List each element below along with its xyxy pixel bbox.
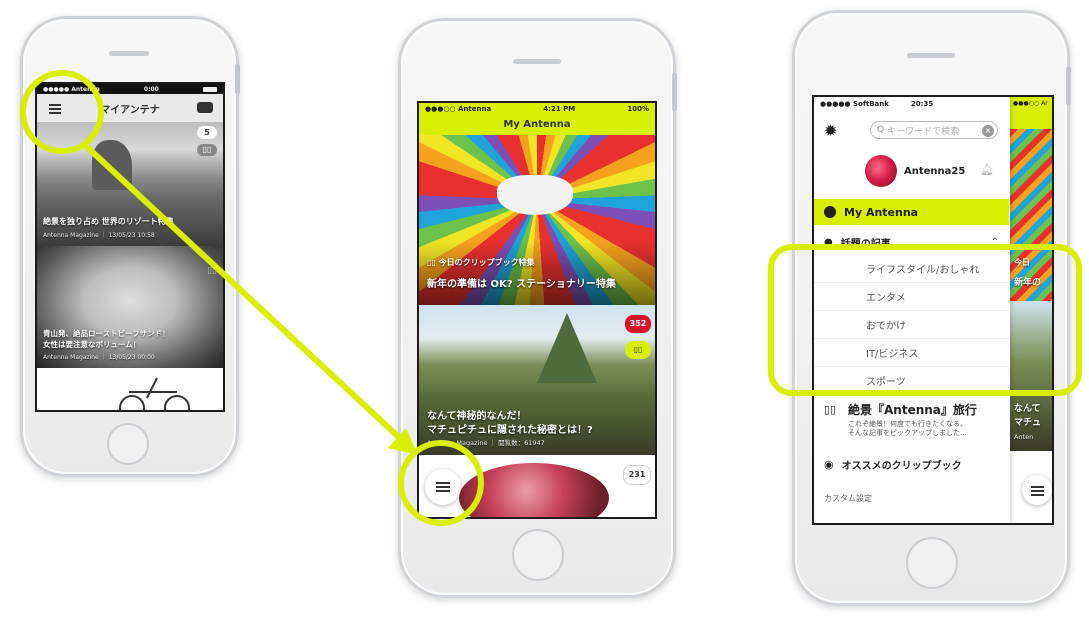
status-bar: ●●●●● SoftBank 20:35 [814, 97, 1010, 111]
side-button [672, 73, 677, 111]
peek-header: ●●●○○ Ar [1010, 97, 1052, 129]
book-icon[interactable]: ▯▯ [625, 341, 651, 359]
heart-center [497, 175, 573, 215]
article-title: 新年の準備は OK? ステーショナリー特集 [427, 279, 616, 290]
peek-caption-line2: マチュ [1014, 418, 1042, 428]
status-time: 4:21 PM [543, 105, 576, 113]
menu-item-recommended[interactable]: ◉ オススメのクリップブック [814, 453, 1009, 475]
search-field[interactable]: Q キーワードで検索 × [870, 121, 998, 139]
menu-icon [1031, 484, 1044, 498]
speaker-grille [109, 51, 149, 56]
article-title-line1: なんて神秘的なんだ！ [427, 411, 527, 422]
highlight-box-submenu [768, 244, 1082, 396]
status-time: 0:00 [143, 85, 159, 93]
side-button [235, 64, 240, 94]
article-title-line2: マチュピチュに隠された秘密とは！? [427, 425, 593, 436]
gear-icon[interactable]: ✹ [824, 121, 837, 140]
clip-count-badge: 5 [197, 126, 217, 139]
search-placeholder: キーワードで検索 [887, 126, 960, 137]
article-meta: Antenna Magazine ｜ 13/05/23 00:00 [43, 354, 155, 361]
article-card-pencils[interactable]: ▯▯ 今日のクリップブック特集 新年の準備は OK? ステーショナリー特集 [419, 135, 655, 305]
clip-count-badge: 231 [623, 465, 651, 485]
peek-status: ●●●○○ Ar [1013, 100, 1048, 107]
menu-item-label: My Antenna [844, 205, 919, 219]
article-card-sandwich[interactable]: ▯▯ 青山発、絶品ローストビーフサンド！ 女性は要注意なボリューム！ Anten… [37, 246, 223, 368]
feature-title: 絶景『Antenna』旅行 [848, 403, 977, 417]
medal-icon: ◉ [824, 457, 834, 471]
status-time: 20:35 [910, 100, 934, 108]
article-card-bicycle[interactable] [37, 368, 223, 410]
page-title: My Antenna [503, 119, 571, 130]
menu-custom-settings[interactable]: カスタム設定 [824, 493, 872, 504]
book-icon: ▯▯ [824, 403, 837, 416]
article-meta: Antenna Magazine ｜ 13/05/23 10:58 [43, 232, 155, 239]
sea-stack-shape [92, 140, 132, 190]
status-battery: 100% [627, 105, 649, 113]
home-button [107, 423, 149, 465]
clip-count-badge: 352 [625, 315, 651, 333]
menu-item-my-antenna[interactable]: My Antenna [814, 199, 1009, 225]
status-carrier: ●●●●● SoftBank [820, 100, 889, 108]
mountain-peak [537, 313, 597, 383]
clipbook-icon: ▯▯ [427, 258, 439, 267]
caption-shade [419, 241, 655, 305]
clipbook-kicker-text: 今日のクリップブック特集 [438, 258, 535, 267]
peek-caption-line1: なんて [1014, 404, 1041, 414]
article-title-line1: 青山発、絶品ローストビーフサンド！ [43, 329, 170, 338]
battery-icon [203, 86, 217, 92]
feature-clipbook[interactable]: ▯▯ 絶景『Antenna』旅行 これぞ絶景！何度でも行きたくなる、 そんな記事… [814, 401, 1010, 447]
bicycle-image [119, 377, 190, 410]
antenna-icon [824, 206, 836, 218]
clear-icon[interactable]: × [982, 125, 994, 137]
home-button [906, 537, 958, 589]
peek-meta: Anten [1014, 433, 1034, 441]
feature-desc-line2: そんな記事をピックアップしました… [848, 429, 967, 437]
highlight-circle-left [20, 70, 104, 154]
header: ●●●○○ Antenna 4:21 PM 100% My Antenna [419, 103, 655, 135]
home-button [512, 529, 564, 581]
menu-button[interactable] [1022, 475, 1052, 505]
book-icon[interactable]: ▯▯ [197, 144, 217, 156]
menu-item-label: オススメのクリップブック [841, 460, 962, 472]
side-button [1066, 67, 1071, 105]
speaker-grille [513, 59, 561, 64]
clip-icon[interactable] [197, 102, 213, 113]
avatar[interactable] [865, 155, 897, 187]
bell-icon[interactable]: 🔔︎ [980, 163, 994, 176]
clipbook-kicker: ▯▯ 今日のクリップブック特集 [427, 257, 535, 268]
article-card-machu-picchu[interactable]: 352 ▯▯ なんて神秘的なんだ！ マチュピチュに隠された秘密とは！? Ante… [419, 305, 655, 455]
speaker-grille [907, 53, 955, 58]
article-title: 絶景を独り占め 世界のリゾート特集 [43, 217, 174, 226]
article-title-line2: 女性は要注意なボリューム！ [43, 340, 141, 349]
highlight-circle-center [398, 440, 484, 526]
search-icon: Q [877, 125, 885, 135]
status-carrier: ●●●○○ Antenna [425, 105, 492, 113]
book-icon[interactable]: ▯▯ [207, 266, 217, 276]
user-name: Antenna25 [904, 166, 966, 177]
status-bar: ●●●○○ Antenna 4:21 PM 100% [419, 103, 655, 115]
